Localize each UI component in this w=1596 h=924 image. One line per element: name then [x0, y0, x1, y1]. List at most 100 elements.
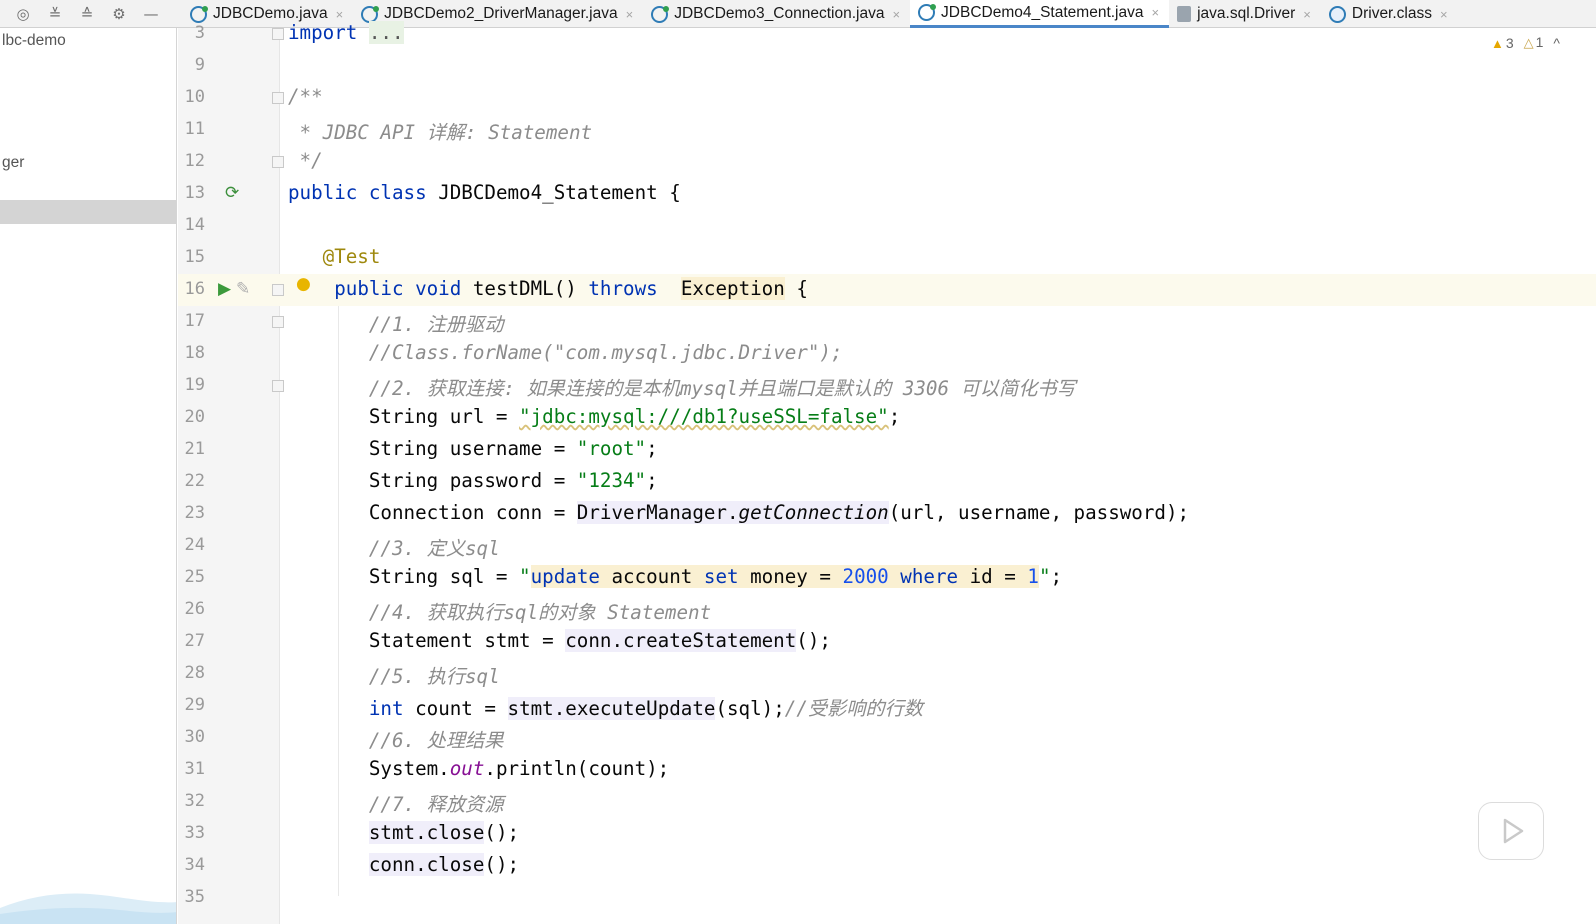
code-line[interactable]: 26 //4. 获取执行sql的对象 Statement — [178, 594, 1596, 626]
code-token: " — [1038, 565, 1051, 588]
line-number[interactable]: 14 — [178, 215, 205, 235]
collapse-inspections-icon[interactable]: ^ — [1553, 35, 1560, 51]
code-line[interactable]: 18 //Class.forName("com.mysql.jdbc.Drive… — [178, 338, 1596, 370]
code-line[interactable]: 35 — [178, 882, 1596, 914]
line-number[interactable]: 11 — [178, 119, 205, 139]
run-class-icon[interactable]: ⟳ — [225, 183, 239, 203]
line-number[interactable]: 10 — [178, 87, 205, 107]
code-token: throws — [588, 277, 670, 300]
line-number[interactable]: 15 — [178, 247, 205, 267]
fold-toggle-icon[interactable] — [272, 380, 284, 392]
code-token — [888, 565, 901, 588]
code-line[interactable]: 33 stmt.close(); — [178, 818, 1596, 850]
line-number[interactable]: 26 — [178, 599, 205, 619]
edit-config-icon[interactable]: ✎ — [236, 279, 250, 299]
code-line[interactable]: 23 Connection conn = DriverManager.getCo… — [178, 498, 1596, 530]
expand-all-icon[interactable]: ≚ — [44, 3, 66, 25]
line-number[interactable]: 19 — [178, 375, 205, 395]
code-token: conn.close — [368, 853, 485, 876]
line-number[interactable]: 33 — [178, 823, 205, 843]
code-token: String sql = — [288, 565, 520, 588]
code-token: 2000 — [842, 565, 889, 588]
code-line[interactable]: 3 import ... — [178, 18, 1596, 50]
code-text: String url = "jdbc:mysql:///db1?useSSL=f… — [288, 405, 900, 428]
code-line[interactable]: 27 Statement stmt = conn.createStatement… — [178, 626, 1596, 658]
line-number[interactable]: 22 — [178, 471, 205, 491]
line-number[interactable]: 9 — [178, 55, 205, 75]
fold-toggle-icon[interactable] — [272, 28, 284, 40]
code-line[interactable]: 19 //2. 获取连接: 如果连接的是本机mysql并且端口是默认的 3306… — [178, 370, 1596, 402]
fold-toggle-icon[interactable] — [272, 92, 284, 104]
code-line[interactable]: 24 //3. 定义sql — [178, 530, 1596, 562]
code-line[interactable]: 22 String password = "1234"; — [178, 466, 1596, 498]
code-line[interactable]: 16 ▶ ✎ ● public void testDML() throws Excep… — [178, 274, 1596, 306]
weak-warning-count[interactable]: △ 1 — [1524, 34, 1544, 51]
line-number[interactable]: 21 — [178, 439, 205, 459]
code-token: (); — [484, 853, 520, 876]
inspection-widget[interactable]: ▲ 3 △ 1 ^ — [1491, 34, 1560, 51]
line-number[interactable]: 31 — [178, 759, 205, 779]
line-number[interactable]: 16 — [178, 279, 205, 299]
code-line[interactable]: 15 @Test — [178, 242, 1596, 274]
line-number[interactable]: 29 — [178, 695, 205, 715]
line-number[interactable]: 32 — [178, 791, 205, 811]
selected-tree-row[interactable] — [0, 200, 176, 224]
line-number[interactable]: 20 — [178, 407, 205, 427]
project-tree-item[interactable]: ger — [2, 154, 24, 172]
run-test-icon[interactable]: ▶ — [218, 279, 231, 299]
code-token: * JDBC API 详解: Statement — [288, 121, 593, 144]
line-number[interactable]: 27 — [178, 631, 205, 651]
line-number[interactable]: 17 — [178, 311, 205, 331]
code-line[interactable]: 11 * JDBC API 详解: Statement — [178, 114, 1596, 146]
sync-icon[interactable]: ◎ — [12, 3, 34, 25]
collapse-all-icon[interactable]: ≙ — [76, 3, 98, 25]
code-line[interactable]: 30 //6. 处理结果 — [178, 722, 1596, 754]
code-line[interactable]: 20 String url = "jdbc:mysql:///db1?useSS… — [178, 402, 1596, 434]
code-token: 1 — [1027, 565, 1039, 588]
code-editor[interactable]: 3 import ... 9 10 /** 11 * JDBC API 详解: State… — [178, 18, 1596, 914]
line-number[interactable]: 25 — [178, 567, 205, 587]
code-token: //2. 获取连接: 如果连接的是本机mysql并且端口是默认的 3306 可以… — [368, 377, 1076, 400]
code-line[interactable]: 14 — [178, 210, 1596, 242]
line-number[interactable]: 30 — [178, 727, 205, 747]
line-number[interactable]: 28 — [178, 663, 205, 683]
line-number[interactable]: 13 — [178, 183, 205, 203]
code-line[interactable]: 31 System.out.println(count); — [178, 754, 1596, 786]
project-toolbar: ◎ ≚ ≙ ⚙ — — [0, 0, 178, 27]
decorative-wave — [0, 893, 176, 924]
play-icon — [1503, 818, 1524, 844]
code-line[interactable]: 28 //5. 执行sql — [178, 658, 1596, 690]
code-line[interactable]: 25 String sql = "update account set mone… — [178, 562, 1596, 594]
code-text: stmt.close(); — [288, 821, 519, 844]
code-line[interactable]: 34 conn.close(); — [178, 850, 1596, 882]
code-line[interactable]: 32 //7. 释放资源 — [178, 786, 1596, 818]
code-token: Exception — [680, 277, 785, 300]
line-number[interactable]: 3 — [178, 23, 205, 43]
code-line[interactable]: 29 int count = stmt.executeUpdate(sql);/… — [178, 690, 1596, 722]
line-number[interactable]: 34 — [178, 855, 205, 875]
code-line[interactable]: 9 — [178, 50, 1596, 82]
code-line[interactable]: 12 */ — [178, 146, 1596, 178]
code-token: "1234" — [576, 469, 647, 492]
fold-toggle-icon[interactable] — [272, 284, 284, 296]
video-play-button[interactable] — [1478, 802, 1544, 860]
line-number[interactable]: 23 — [178, 503, 205, 523]
code-token: ; — [1050, 565, 1063, 588]
code-line[interactable]: 21 String username = "root"; — [178, 434, 1596, 466]
gear-icon[interactable]: ⚙ — [108, 3, 130, 25]
warning-count[interactable]: ▲ 3 — [1491, 35, 1514, 51]
line-number[interactable]: 12 — [178, 151, 205, 171]
line-number[interactable]: 35 — [178, 887, 205, 907]
code-token: import — [288, 21, 369, 44]
code-text: public class JDBCDemo4_Statement { — [288, 181, 681, 204]
line-number[interactable]: 24 — [178, 535, 205, 555]
code-text: //2. 获取连接: 如果连接的是本机mysql并且端口是默认的 3306 可以… — [288, 373, 1076, 401]
code-line[interactable]: 13 ⟳ public class JDBCDemo4_Statement { — [178, 178, 1596, 210]
fold-toggle-icon[interactable] — [272, 156, 284, 168]
code-line[interactable]: 17 //1. 注册驱动 — [178, 306, 1596, 338]
code-line[interactable]: 10 /** — [178, 82, 1596, 114]
fold-toggle-icon[interactable] — [272, 316, 284, 328]
project-root-label[interactable]: lbc-demo — [2, 32, 66, 50]
line-number[interactable]: 18 — [178, 343, 205, 363]
minimize-icon[interactable]: — — [140, 3, 162, 25]
